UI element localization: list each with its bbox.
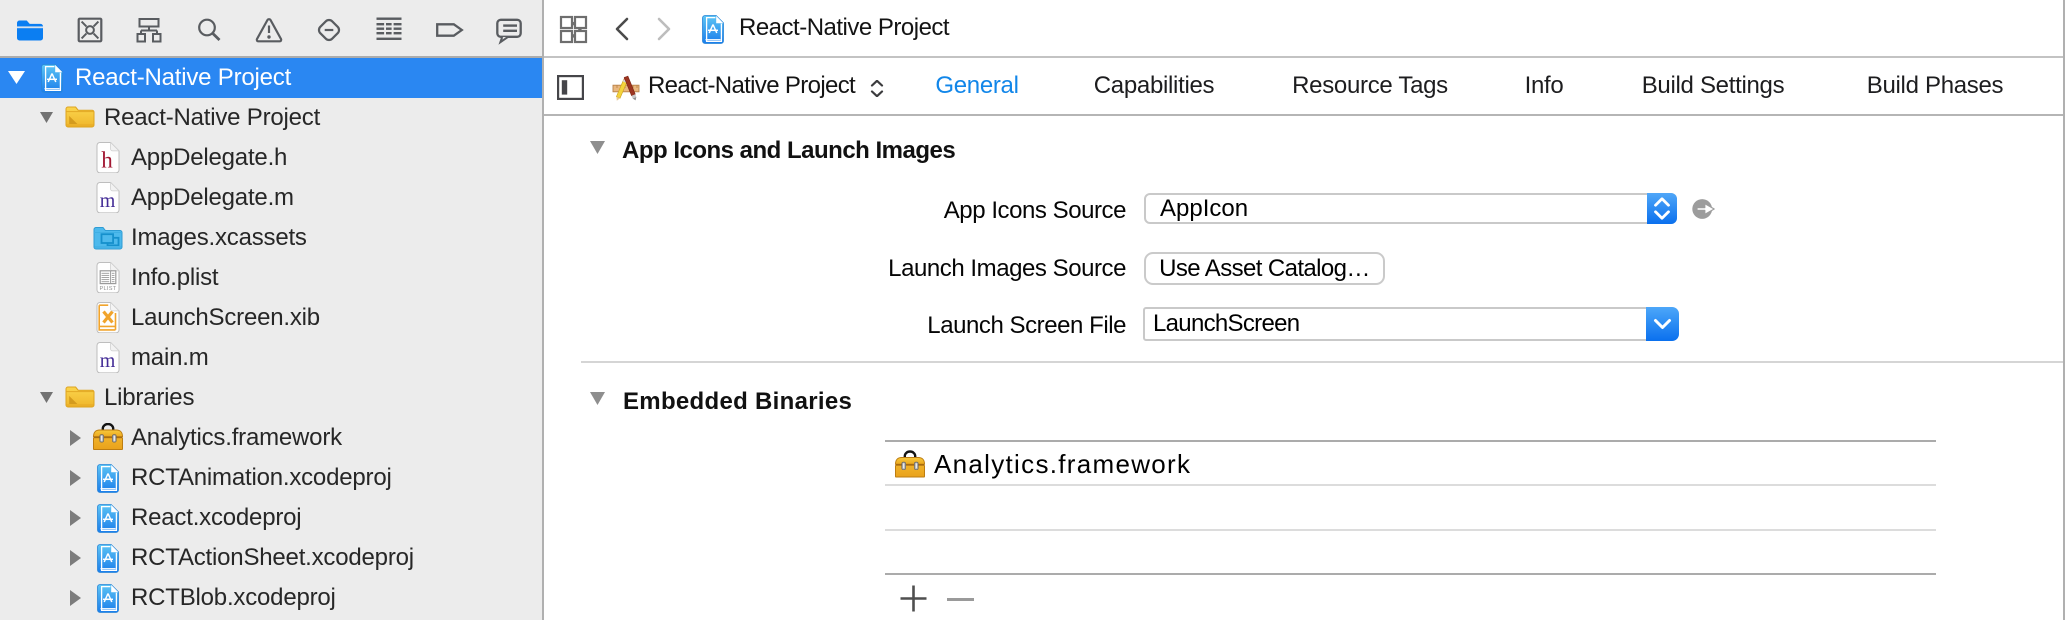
svg-text:m: m xyxy=(100,190,116,212)
svg-text:PLIST: PLIST xyxy=(99,286,116,292)
svg-text:m: m xyxy=(100,350,116,372)
svg-text:h: h xyxy=(101,148,113,173)
